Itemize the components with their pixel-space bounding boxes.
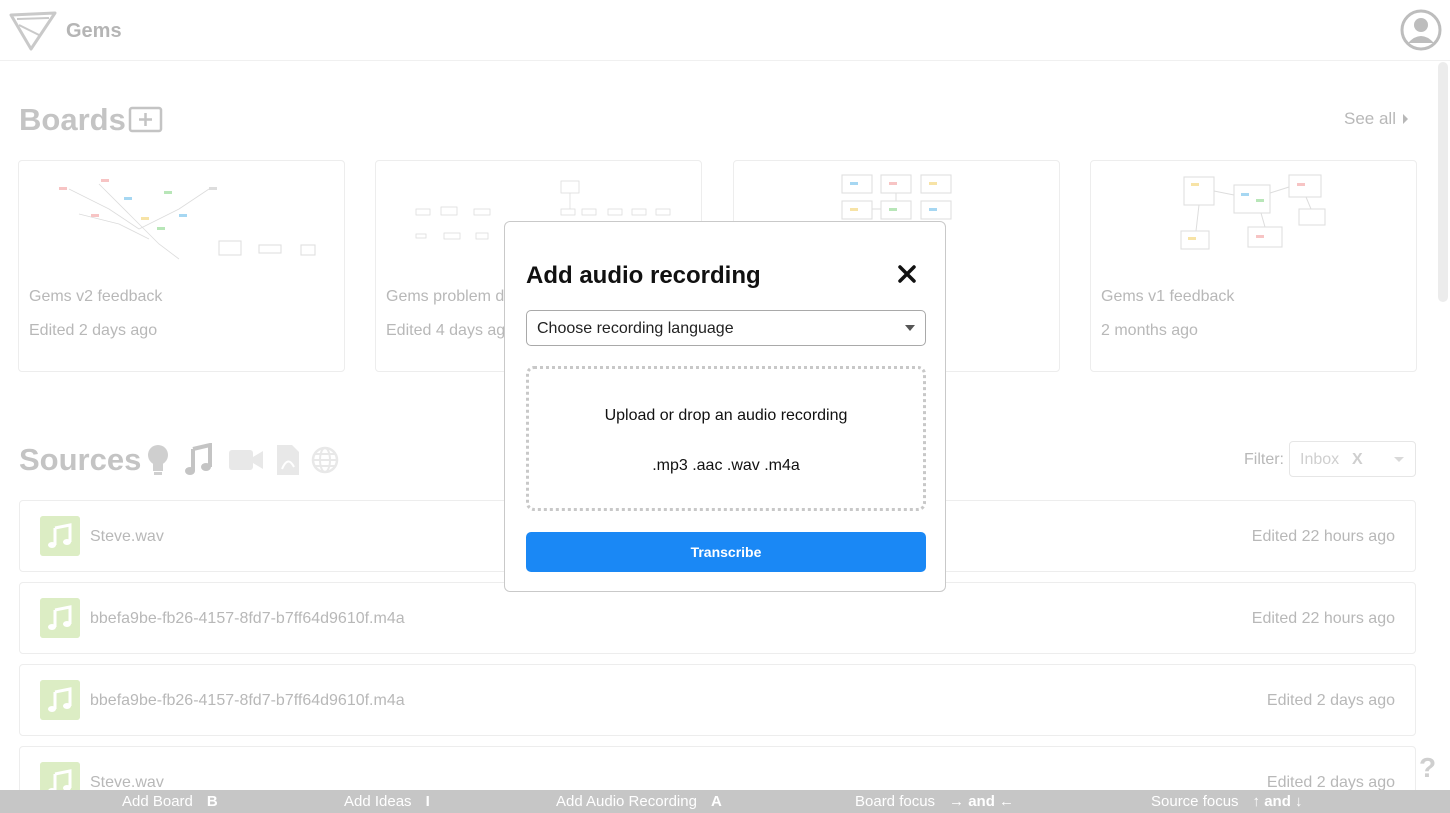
top-bar: Gems bbox=[0, 0, 1450, 61]
music-note-icon bbox=[40, 598, 80, 638]
audio-dropzone[interactable]: Upload or drop an audio recording .mp3 .… bbox=[526, 366, 926, 511]
music-note-icon bbox=[40, 680, 80, 720]
source-row[interactable]: bbefa9be-fb26-4157-8fd7-b7ff64d9610f.m4a… bbox=[19, 664, 1416, 736]
plus-square-icon[interactable] bbox=[128, 106, 163, 133]
recording-language-select[interactable]: Choose recording language bbox=[526, 310, 926, 346]
see-all-link[interactable]: See all bbox=[1344, 109, 1396, 129]
language-select-value: Choose recording language bbox=[537, 320, 734, 337]
close-icon[interactable] bbox=[897, 264, 917, 284]
add-audio-modal: Add audio recording Choose recording lan… bbox=[504, 221, 946, 592]
music-note-icon[interactable] bbox=[184, 443, 212, 477]
shortcut-bar: Add Board B Add Ideas I Add Audio Recordin… bbox=[0, 790, 1450, 813]
modal-title: Add audio recording bbox=[526, 262, 761, 289]
board-date: 2 months ago bbox=[1101, 322, 1198, 339]
music-note-icon bbox=[40, 516, 80, 556]
shortcut-board-focus: Board focus → and ← bbox=[855, 793, 1015, 810]
shortcut-add-board: Add Board B bbox=[122, 793, 218, 810]
caret-right-icon bbox=[1403, 114, 1408, 124]
transcribe-button[interactable]: Transcribe bbox=[526, 532, 926, 572]
source-date: Edited 22 hours ago bbox=[1251, 610, 1395, 627]
pdf-file-icon[interactable] bbox=[276, 443, 300, 477]
board-date: Edited 4 days ag bbox=[386, 322, 506, 339]
board-name: Gems v2 feedback bbox=[29, 288, 163, 305]
dropzone-formats: .mp3 .aac .wav .m4a bbox=[652, 457, 800, 474]
boards-title: Boards bbox=[19, 102, 126, 137]
board-card[interactable]: Gems v1 feedback 2 months ago bbox=[1090, 160, 1417, 372]
user-circle-icon[interactable] bbox=[1400, 9, 1442, 51]
app-name: Gems bbox=[66, 20, 122, 42]
board-name: Gems v1 feedback bbox=[1101, 288, 1235, 305]
source-name: Steve.wav bbox=[90, 528, 164, 545]
source-row[interactable]: bbefa9be-fb26-4157-8fd7-b7ff64d9610f.m4a… bbox=[19, 582, 1416, 654]
globe-icon[interactable] bbox=[310, 443, 340, 477]
shortcut-add-audio: Add Audio Recording A bbox=[556, 793, 722, 810]
gems-logo-icon[interactable] bbox=[9, 9, 57, 51]
shortcut-add-ideas: Add Ideas I bbox=[344, 793, 430, 810]
chevron-down-icon bbox=[1394, 457, 1404, 462]
help-button[interactable]: ? bbox=[1419, 752, 1436, 784]
dropzone-title: Upload or drop an audio recording bbox=[604, 407, 848, 424]
filter-clear-button[interactable]: X bbox=[1352, 451, 1363, 469]
board-thumbnail bbox=[1180, 174, 1326, 250]
lightbulb-icon[interactable] bbox=[146, 443, 170, 477]
board-name: Gems problem d bbox=[386, 288, 505, 305]
board-card[interactable]: Gems v2 feedback Edited 2 days ago bbox=[18, 160, 345, 372]
source-name: bbefa9be-fb26-4157-8fd7-b7ff64d9610f.m4a bbox=[90, 692, 405, 709]
video-camera-icon[interactable] bbox=[228, 443, 264, 477]
sources-title: Sources bbox=[19, 442, 142, 477]
source-date: Edited 22 hours ago bbox=[1251, 528, 1395, 545]
scrollbar[interactable] bbox=[1438, 62, 1448, 302]
board-date: Edited 2 days ago bbox=[29, 322, 158, 339]
shortcut-source-focus: Source focus ↑ and ↓ bbox=[1151, 793, 1303, 810]
board-thumbnail bbox=[59, 179, 316, 260]
filter-label: Filter: bbox=[1244, 451, 1284, 468]
filter-value: Inbox bbox=[1300, 451, 1340, 468]
source-date: Edited 2 days ago bbox=[1266, 692, 1395, 709]
source-name: bbefa9be-fb26-4157-8fd7-b7ff64d9610f.m4a bbox=[90, 610, 405, 627]
chevron-down-icon bbox=[905, 325, 915, 331]
filter-select[interactable]: Inbox X bbox=[1289, 441, 1416, 477]
